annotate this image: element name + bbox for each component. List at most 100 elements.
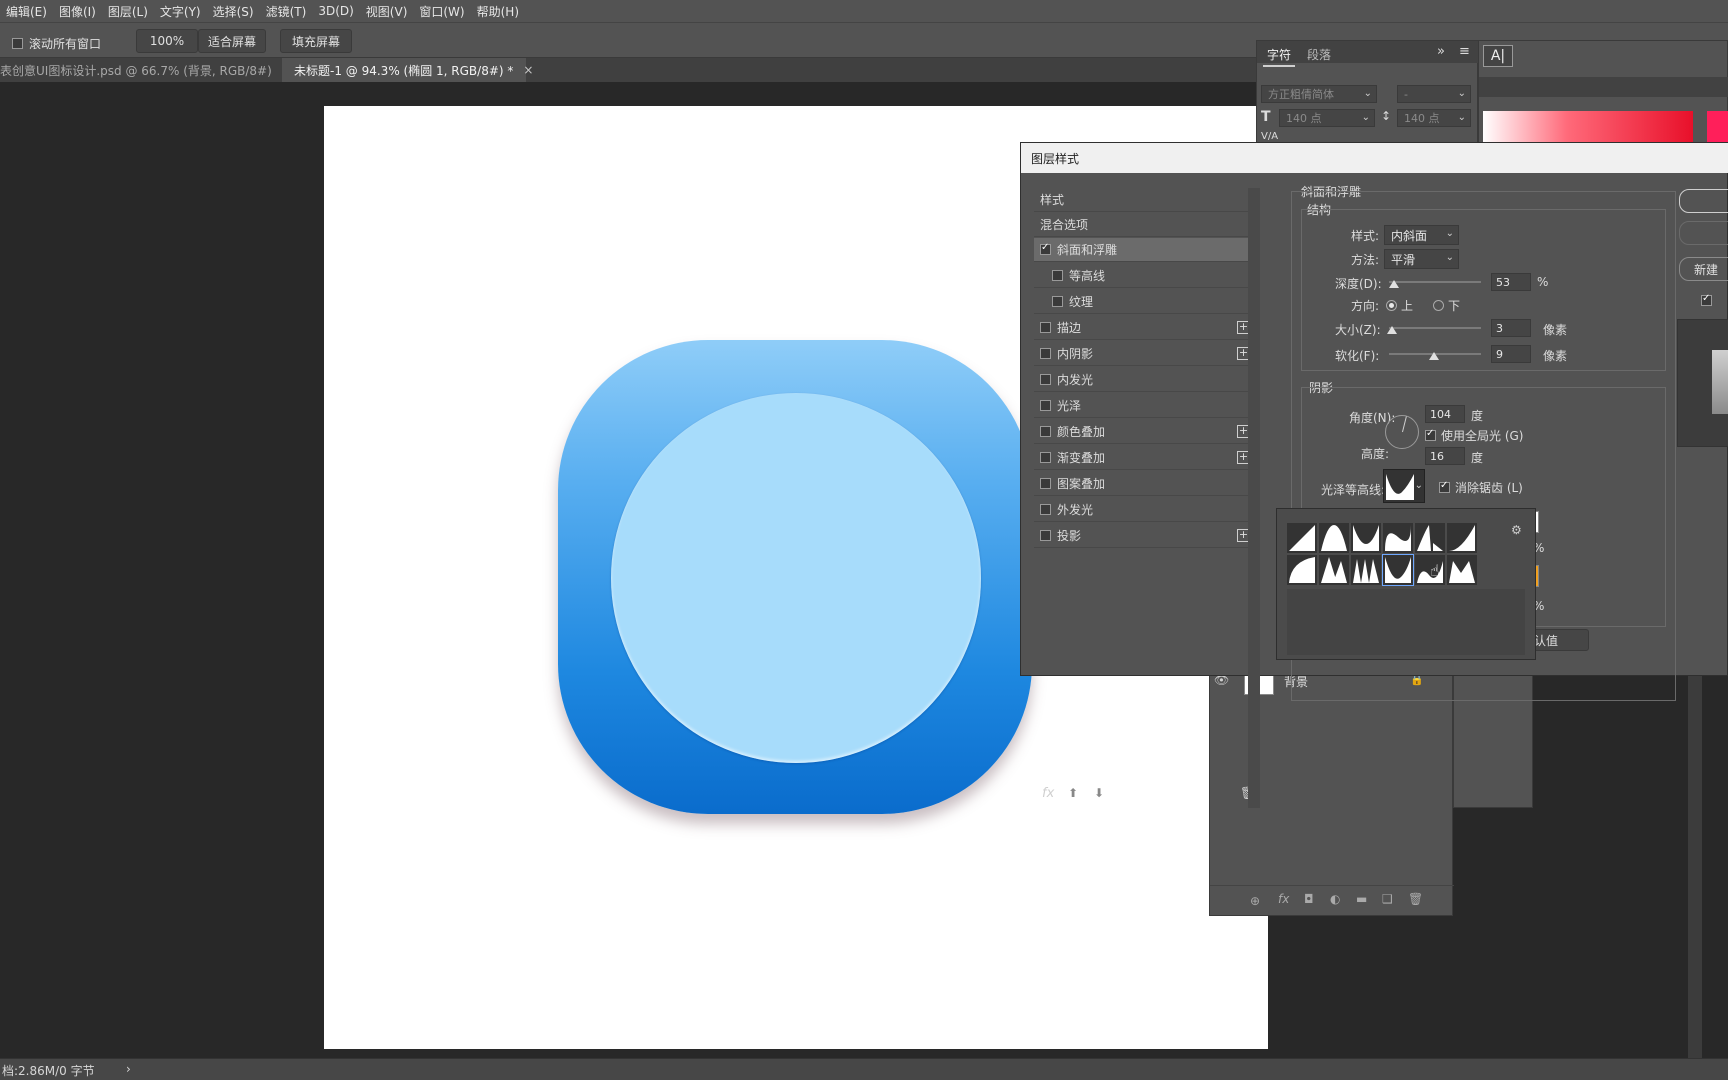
text-tool-icon[interactable]: A| <box>1483 45 1513 67</box>
font-size-select[interactable]: 140 点 ⌄ <box>1279 109 1375 127</box>
new-layer-icon[interactable]: ❑ <box>1382 892 1393 906</box>
direction-down-option[interactable]: 下 <box>1433 297 1460 314</box>
contour-preset-9[interactable] <box>1382 554 1414 586</box>
contour-preset-4[interactable] <box>1415 523 1445 553</box>
move-down-icon[interactable]: ⬇ <box>1094 786 1104 800</box>
scroll-all-windows-checkbox[interactable] <box>12 38 23 49</box>
fx-icon[interactable]: fx <box>1042 786 1054 801</box>
style-item-checkbox[interactable] <box>1040 426 1051 437</box>
mask-icon[interactable]: ◘ <box>1304 892 1314 906</box>
fit-screen-button[interactable]: 适合屏幕 <box>198 29 266 53</box>
gloss-contour-picker[interactable]: ⌄ <box>1383 469 1425 503</box>
contour-preset-8[interactable] <box>1351 555 1381 585</box>
style-item-checkbox[interactable] <box>1040 374 1051 385</box>
style-item-8[interactable]: 渐变叠加 + <box>1034 446 1254 470</box>
style-item-9[interactable]: 图案叠加 <box>1034 472 1254 496</box>
technique-select[interactable]: 平滑 ⌄ <box>1384 249 1459 269</box>
global-light-option[interactable]: 使用全局光 (G) <box>1425 427 1523 444</box>
color-spectrum[interactable] <box>1483 111 1693 145</box>
style-item-10[interactable]: 外发光 <box>1034 498 1254 522</box>
style-item-checkbox[interactable] <box>1052 296 1063 307</box>
blend-options-item[interactable]: 混合选项 <box>1034 213 1254 237</box>
style-item-checkbox[interactable] <box>1040 348 1051 359</box>
contour-preset-6[interactable] <box>1287 555 1317 585</box>
altitude-input[interactable]: 16 <box>1425 447 1465 465</box>
expand-icon[interactable]: » <box>1437 44 1445 59</box>
soften-slider-thumb[interactable] <box>1429 352 1439 360</box>
contour-preset-0[interactable] <box>1287 523 1317 553</box>
menu-item-7[interactable]: 视图(V) <box>360 3 414 20</box>
style-item-checkbox[interactable] <box>1040 504 1051 515</box>
menu-item-2[interactable]: 图层(L) <box>102 3 154 20</box>
contour-preset-1[interactable] <box>1319 523 1349 553</box>
menu-item-0[interactable]: 编辑(E) <box>0 3 53 20</box>
font-style-select[interactable]: - ⌄ <box>1397 85 1471 103</box>
panel-menu-icon[interactable]: ≡ <box>1459 44 1470 59</box>
style-item-6[interactable]: 光泽 <box>1034 394 1254 418</box>
style-item-checkbox[interactable] <box>1040 478 1051 489</box>
fx-icon[interactable]: fx <box>1278 892 1289 906</box>
direction-down-radio[interactable] <box>1433 300 1444 311</box>
depth-slider-thumb[interactable] <box>1388 280 1399 288</box>
scroll-all-windows-option[interactable]: 滚动所有窗口 <box>12 35 101 52</box>
color-hue-strip[interactable] <box>1707 111 1728 145</box>
contour-preset-5[interactable] <box>1447 523 1477 553</box>
trash-icon[interactable]: 🗑 <box>1408 892 1423 906</box>
contour-preset-2[interactable] <box>1351 523 1381 553</box>
ok-button[interactable] <box>1679 189 1728 213</box>
menu-item-9[interactable]: 帮助(H) <box>471 3 525 20</box>
style-item-5[interactable]: 内发光 <box>1034 368 1254 392</box>
anti-alias-option[interactable]: 消除锯齿 (L) <box>1439 479 1523 496</box>
fill-screen-button[interactable]: 填充屏幕 <box>280 29 352 53</box>
tab-document-1[interactable]: 表创意UI图标设计.psd @ 66.7% (背景, RGB/8#) × <box>0 58 292 82</box>
tab-document-2[interactable]: 未标题-1 @ 94.3% (椭圆 1, RGB/8#) * × <box>282 58 533 82</box>
bevel-style-select[interactable]: 内斜面 ⌄ <box>1384 225 1459 245</box>
close-icon[interactable]: × <box>523 63 533 77</box>
menu-item-5[interactable]: 滤镜(T) <box>260 3 313 20</box>
style-item-3[interactable]: 描边 + <box>1034 316 1254 340</box>
style-item-11[interactable]: 投影 + <box>1034 524 1254 548</box>
style-item-2[interactable]: 纹理 <box>1034 290 1254 314</box>
style-list-scrollbar[interactable] <box>1248 188 1260 808</box>
new-style-button[interactable]: 新建 <box>1679 257 1728 281</box>
size-slider-thumb[interactable] <box>1387 326 1397 334</box>
zoom-level-button[interactable]: 100% <box>136 29 198 53</box>
contour-preset-7[interactable] <box>1319 555 1349 585</box>
preview-option[interactable] <box>1701 293 1712 307</box>
link-icon[interactable]: ⊕ <box>1250 894 1260 908</box>
menu-item-8[interactable]: 窗口(W) <box>413 3 470 20</box>
depth-input[interactable]: 53 <box>1491 273 1531 291</box>
size-slider-track[interactable] <box>1389 327 1481 329</box>
direction-up-radio[interactable] <box>1386 300 1397 311</box>
move-up-icon[interactable]: ⬆ <box>1068 786 1078 800</box>
adjustment-icon[interactable]: ◐ <box>1330 892 1340 906</box>
leading-select[interactable]: 140 点 ⌄ <box>1397 109 1471 127</box>
style-item-7[interactable]: 颜色叠加 + <box>1034 420 1254 444</box>
style-item-4[interactable]: 内阴影 + <box>1034 342 1254 366</box>
style-item-checkbox[interactable] <box>1040 242 1051 255</box>
contour-preset-11[interactable] <box>1447 555 1477 585</box>
size-input[interactable]: 3 <box>1491 319 1531 337</box>
style-item-checkbox[interactable] <box>1040 322 1051 333</box>
status-arrow-icon[interactable]: › <box>126 1062 131 1076</box>
menu-item-3[interactable]: 文字(Y) <box>154 3 207 20</box>
font-family-select[interactable]: 方正粗倩简体 ⌄ <box>1261 85 1377 103</box>
menu-item-1[interactable]: 图像(I) <box>53 3 102 20</box>
ellipse-shape[interactable] <box>611 393 981 763</box>
style-item-0[interactable]: 斜面和浮雕 <box>1034 238 1254 262</box>
angle-input[interactable]: 104 <box>1425 405 1465 423</box>
style-item-checkbox[interactable] <box>1040 452 1051 463</box>
cancel-button[interactable] <box>1679 221 1728 245</box>
anti-alias-checkbox[interactable] <box>1439 480 1450 493</box>
depth-slider-track[interactable] <box>1389 281 1481 283</box>
folder-icon[interactable]: ▬ <box>1356 892 1367 906</box>
style-item-1[interactable]: 等高线 <box>1034 264 1254 288</box>
tab-paragraph[interactable]: 段落 <box>1307 46 1331 63</box>
global-light-checkbox[interactable] <box>1425 428 1436 441</box>
menu-item-4[interactable]: 选择(S) <box>207 3 260 20</box>
style-item-checkbox[interactable] <box>1040 530 1051 541</box>
preview-checkbox[interactable] <box>1701 293 1712 306</box>
gear-icon[interactable]: ⚙ <box>1511 523 1522 537</box>
styles-header[interactable]: 样式 <box>1034 188 1254 212</box>
style-item-checkbox[interactable] <box>1052 270 1063 281</box>
